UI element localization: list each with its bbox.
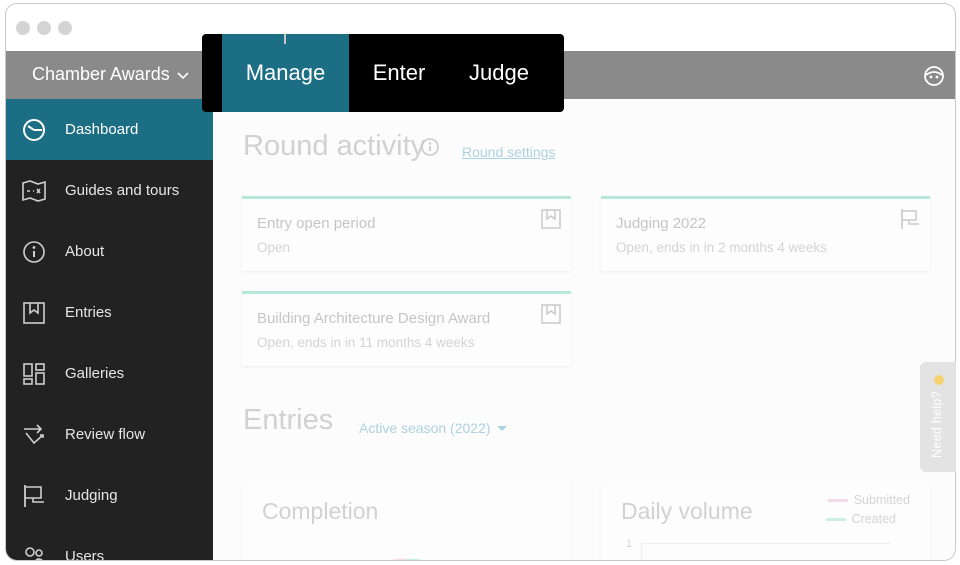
tab-judge[interactable]: Judge [449,34,549,112]
dashboard-icon [23,118,45,141]
grid-icon [23,362,45,385]
sidebar: Dashboard Guides and tours About Entries… [6,99,213,561]
tab-label: Judge [469,60,529,85]
bookmark-icon [541,209,561,229]
y-axis-tick: 1 [626,538,633,550]
round-card-title: Entry open period [257,215,376,232]
flag-icon [24,484,44,507]
sidebar-item-judging[interactable]: Judging [6,465,213,526]
tab-manage[interactable]: Manage [222,34,349,112]
sidebar-item-label: Dashboard [65,121,139,138]
tab-label: Enter [372,60,426,85]
round-card-status: Open [257,240,291,255]
brand-dropdown[interactable]: Chamber Awards [32,64,190,85]
brand-label: Chamber Awards [32,64,170,84]
round-card-title: Building Architecture Design Award [257,310,491,327]
mode-switcher: Manage Enter Judge [202,34,564,112]
round-card-title: Judging 2022 [616,215,707,232]
sidebar-item-label: About [65,243,105,260]
entries-title: Entries [243,404,334,436]
legend-item-submitted: Submitted [827,493,910,507]
round-card-status: Open, ends in in 2 months 4 weeks [616,240,827,255]
sidebar-item-label: Users [65,548,105,561]
daily-volume-panel: Daily volume Submitted Created 1 [601,483,930,560]
chart-gridline [641,543,891,544]
completion-panel: Completion [242,483,571,560]
round-activity-title: Round activity [243,130,426,162]
chart-y-axis [641,543,642,560]
need-help-label: Need help? [930,391,944,458]
sidebar-item-label: Review flow [65,426,146,443]
chevron-down-icon [177,71,189,79]
legend-label: Created [851,512,896,526]
review-flow-icon [24,423,44,444]
round-card-status: Open, ends in in 11 months 4 weeks [257,335,475,350]
sidebar-item-label: Galleries [65,365,125,382]
legend-swatch [827,498,848,502]
flag-icon [901,209,919,229]
map-icon [22,179,46,202]
bookmark-icon [23,301,45,324]
round-card[interactable]: Entry open period Open [242,196,571,271]
need-help-tab[interactable]: Need help? [920,362,956,472]
completion-title: Completion [262,498,379,524]
tab-label: Manage [245,60,326,85]
users-icon [25,546,44,560]
bookmark-icon [541,304,561,324]
sidebar-item-label: Guides and tours [65,182,180,199]
round-settings-link[interactable]: Round settings [462,144,555,160]
window-minimize-dot[interactable] [37,21,51,35]
sidebar-item-entries[interactable]: Entries [6,282,213,343]
sidebar-item-review-flow[interactable]: Review flow [6,404,213,465]
season-select[interactable]: Active season (2022) [359,420,507,436]
sidebar-item-about[interactable]: About [6,221,213,282]
round-card[interactable]: Judging 2022 Open, ends in in 2 months 4… [601,196,930,271]
round-card[interactable]: Building Architecture Design Award Open,… [242,291,571,366]
info-icon [23,240,45,263]
hand-wave-icon [934,375,944,385]
completion-donut [391,558,423,560]
main-content: Round activity Round settings Entry open… [213,99,955,560]
legend-item-created: Created [825,512,896,526]
info-icon[interactable] [420,137,440,157]
legend-swatch [825,517,846,521]
window-zoom-dot[interactable] [58,21,72,35]
caret-down-icon [496,425,507,431]
tab-indicator [284,34,286,44]
sidebar-item-galleries[interactable]: Galleries [6,343,213,404]
sidebar-item-dashboard[interactable]: Dashboard [6,99,213,160]
season-select-label: Active season (2022) [359,420,491,436]
sidebar-item-guides[interactable]: Guides and tours [6,160,213,221]
sidebar-item-users[interactable]: Users [6,526,213,561]
sidebar-item-label: Judging [65,487,118,504]
window-close-dot[interactable] [16,21,30,35]
user-avatar-icon[interactable] [923,65,945,87]
sidebar-item-label: Entries [65,304,112,321]
legend-label: Submitted [853,493,910,507]
tab-enter[interactable]: Enter [349,34,449,112]
daily-volume-title: Daily volume [621,498,753,524]
